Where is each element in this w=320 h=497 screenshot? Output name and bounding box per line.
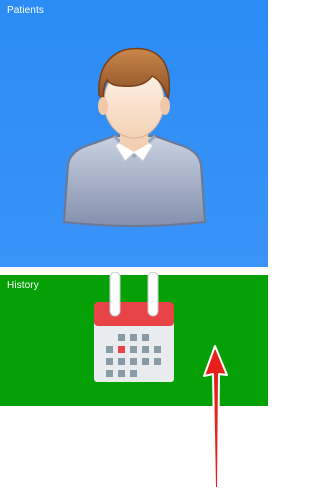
tile-label-history: History: [7, 280, 39, 291]
tile-label-patients: Patients: [7, 5, 44, 16]
person-icon: [52, 40, 217, 230]
annotation-arrow: [196, 340, 236, 490]
calendar-icon: [90, 271, 178, 384]
